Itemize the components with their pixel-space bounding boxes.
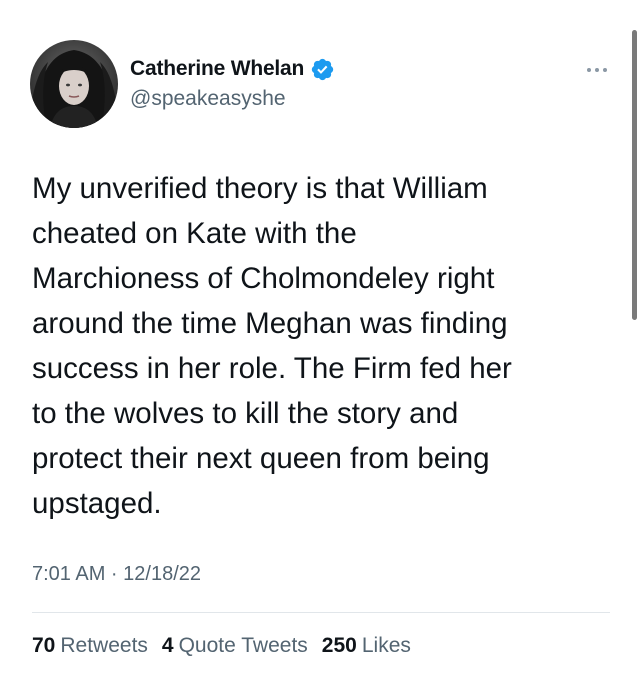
handle[interactable]: @speakeasyshe <box>130 87 335 111</box>
divider <box>32 612 610 613</box>
retweets-count: 70 <box>32 634 56 657</box>
quote-tweets-stat[interactable]: 4 Quote Tweets <box>162 634 308 658</box>
likes-stat[interactable]: 250 Likes <box>322 634 411 658</box>
author-info: Catherine Whelan @speakeasyshe <box>130 54 335 111</box>
likes-count: 250 <box>321 634 357 657</box>
likes-label: Likes <box>361 634 411 657</box>
quote-tweets-label: Quote Tweets <box>178 634 308 657</box>
retweets-stat[interactable]: 70 Retweets <box>32 634 148 658</box>
retweets-label: Retweets <box>60 634 148 657</box>
name-row: Catherine Whelan <box>130 54 335 84</box>
verified-badge-icon <box>310 57 335 82</box>
tweet-text: My unverified theory is that William che… <box>32 172 512 520</box>
scrollbar[interactable] <box>632 30 637 320</box>
tweet-timestamp[interactable]: 7:01 AM · 12/18/22 <box>32 563 201 586</box>
quote-tweets-count: 4 <box>161 634 174 657</box>
display-name[interactable]: Catherine Whelan <box>130 57 304 81</box>
more-options-icon[interactable] <box>585 62 609 72</box>
tweet-card: Catherine Whelan @speakeasyshe My unveri… <box>0 0 641 680</box>
engagement-stats: 70 Retweets 4 Quote Tweets 250 Likes <box>32 634 425 658</box>
avatar[interactable] <box>30 40 118 128</box>
